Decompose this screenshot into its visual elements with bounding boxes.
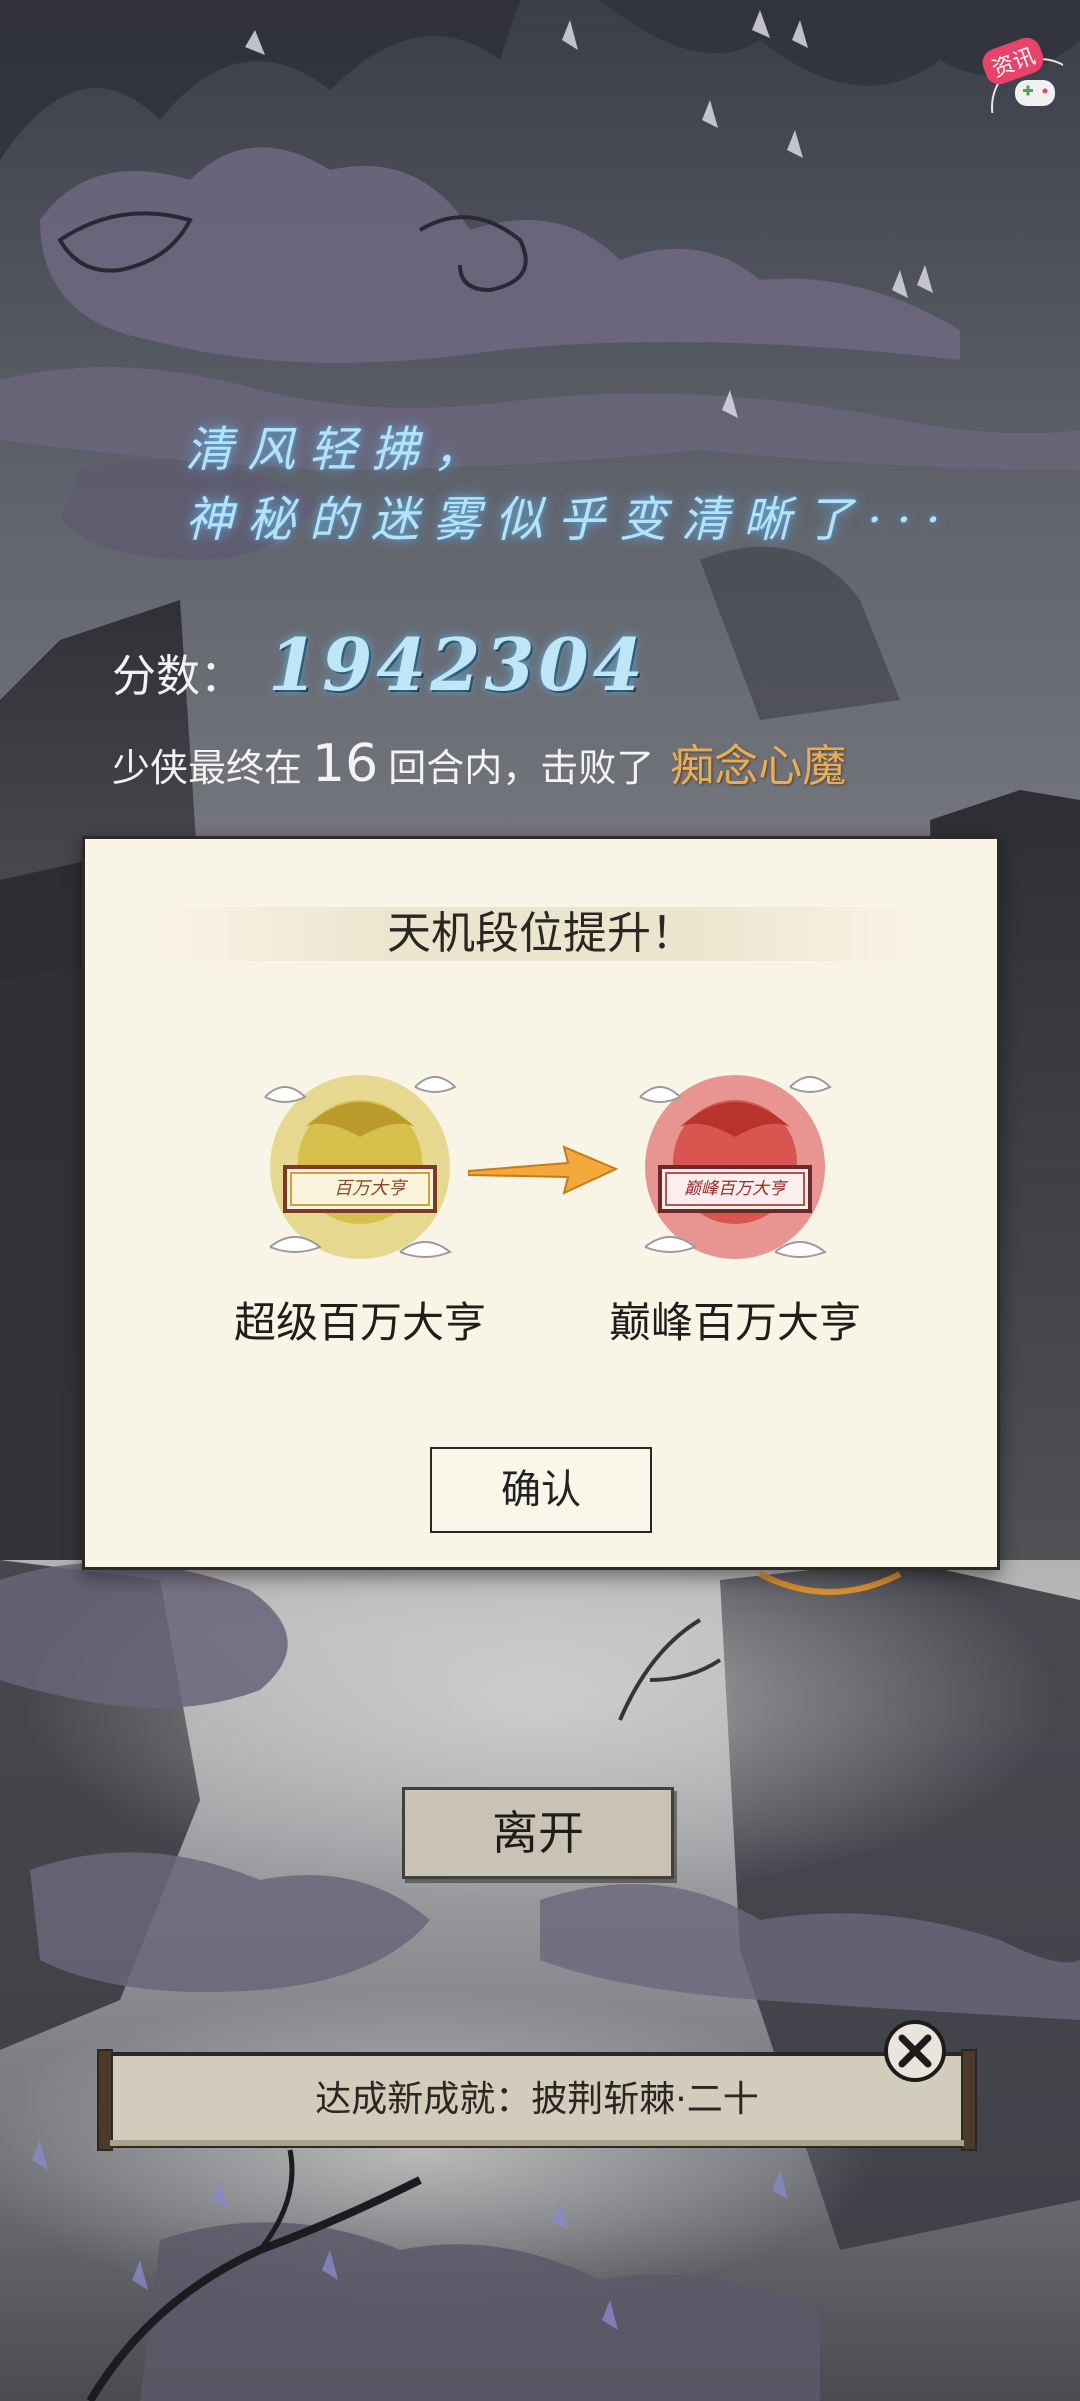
game-screen: 资讯 清风轻拂， 神秘的迷雾似乎变清晰了··· 分数： 1942304 少侠最终… [0, 0, 1080, 2401]
old-rank-plaque: 百万大亨 [334, 1178, 406, 1199]
new-rank-dragon-emblem [639, 1075, 832, 1259]
result-prefix: 少侠最终在 [112, 746, 303, 790]
poem-line-1: 清风轻拂， [185, 422, 496, 478]
leave-button[interactable]: 离开 [402, 1787, 674, 1879]
score-label: 分数： [112, 651, 244, 702]
battle-result-line: 少侠最终在 16 回合内，击败了 痴念心魔 [112, 730, 846, 794]
close-x-icon [884, 2020, 946, 2082]
dialog-title: 天机段位提升！ [165, 907, 917, 961]
news-badge-button[interactable]: 资讯 [978, 33, 1080, 156]
result-middle: 回合内，击败了 [388, 746, 655, 790]
score-value: 1942304 [268, 622, 647, 707]
old-rank-dragon-emblem [264, 1075, 457, 1259]
achievement-text: 达成新成就：披荆斩棘·二十 [315, 2079, 759, 2120]
rank-up-dialog: 天机段位提升！ 百万大亨 巅峰百万大亨 超级百万大亨 巅峰百万大亨 确认 [82, 836, 1000, 1570]
old-rank-name: 超级百万大亨 [233, 1298, 486, 1347]
achievement-close-button[interactable] [882, 2018, 948, 2084]
achievement-banner: 达成新成就：披荆斩棘·二十 [96, 2044, 978, 2156]
round-count: 16 [312, 734, 379, 794]
confirm-button[interactable]: 确认 [430, 1447, 652, 1533]
new-rank-plaque: 巅峰百万大亨 [684, 1179, 786, 1199]
new-rank-name: 巅峰百万大亨 [608, 1298, 861, 1347]
arrow-right-icon [468, 1145, 618, 1195]
boss-name: 痴念心魔 [670, 741, 847, 792]
poem-line-2: 神秘的迷雾似乎变清晰了··· [185, 492, 955, 548]
